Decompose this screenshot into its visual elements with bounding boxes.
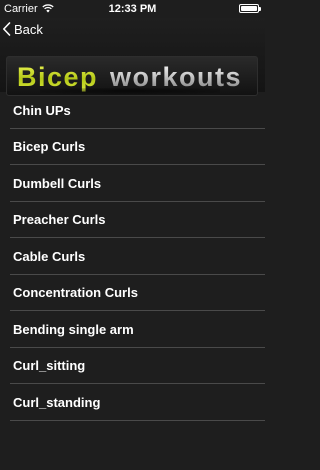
list-item-curl-sitting[interactable]: Curl_sitting (0, 348, 265, 385)
exercise-list: Chin UPs Bicep Curls Dumbell Curls Preac… (0, 92, 265, 421)
list-item-preacher-curls[interactable]: Preacher Curls (0, 202, 265, 239)
clock: 12:33 PM (108, 3, 157, 15)
navigation-bar: Back Bicep workouts (0, 18, 265, 96)
list-item-concentration-curls[interactable]: Concentration Curls (0, 275, 265, 312)
back-button[interactable]: Back (2, 20, 43, 38)
list-item-chin-ups[interactable]: Chin UPs (0, 92, 265, 129)
chevron-left-icon (3, 22, 11, 36)
list-item-cable-curls[interactable]: Cable Curls (0, 238, 265, 275)
status-bar: Carrier 12:33 PM (0, 0, 265, 18)
list-item-bicep-curls[interactable]: Bicep Curls (0, 129, 265, 166)
battery-icon (239, 4, 261, 13)
back-label: Back (14, 21, 43, 37)
list-item-bending-single-arm[interactable]: Bending single arm (0, 311, 265, 348)
list-item-dumbell-curls[interactable]: Dumbell Curls (0, 165, 265, 202)
list-item-curl-standing[interactable]: Curl_standing (0, 384, 265, 421)
